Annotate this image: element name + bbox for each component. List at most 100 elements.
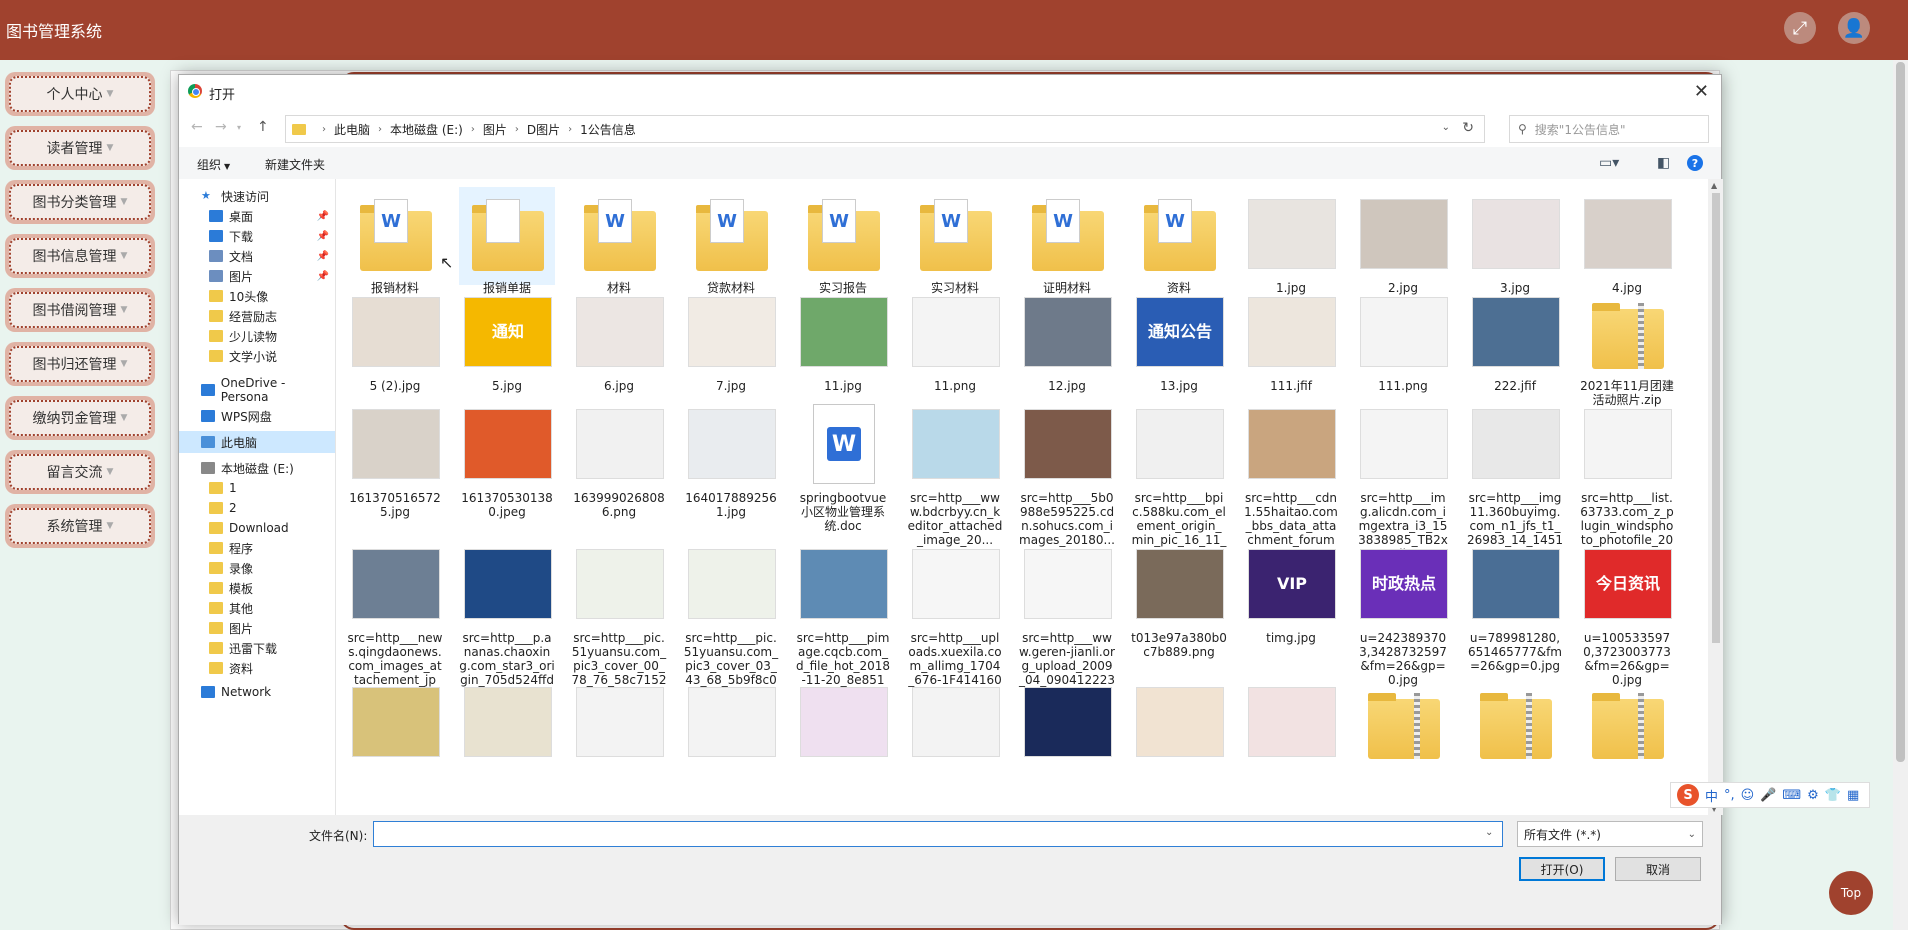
sidebar-item[interactable]: 图书借阅管理 ▼: [5, 288, 155, 332]
ime-tool-icon[interactable]: 🎤: [1760, 788, 1776, 803]
help-icon[interactable]: ?: [1687, 155, 1703, 171]
file-item[interactable]: [683, 675, 779, 805]
nav-item[interactable]: 迅雷下载: [179, 637, 335, 659]
nav-item[interactable]: 程序: [179, 537, 335, 559]
file-item[interactable]: 2.jpg: [1355, 187, 1451, 295]
page-scrollbar[interactable]: [1893, 60, 1908, 930]
nav-item[interactable]: 10头像: [179, 285, 335, 307]
ime-tool-icon[interactable]: °,: [1724, 788, 1735, 803]
nav-item[interactable]: Download: [179, 517, 335, 539]
close-icon[interactable]: ✕: [1694, 81, 1709, 102]
file-item[interactable]: 11.jpg: [795, 285, 891, 415]
file-item[interactable]: W 报销材料: [347, 187, 443, 295]
scroll-up-icon[interactable]: ▲: [1711, 181, 1717, 190]
nav-item[interactable]: 图片: [179, 617, 335, 639]
file-item[interactable]: [795, 675, 891, 805]
nav-item[interactable]: 图片 📌: [179, 265, 335, 287]
file-item[interactable]: 111.jfif: [1243, 285, 1339, 415]
file-item[interactable]: [1131, 675, 1227, 805]
file-item[interactable]: Wspringbootvue小区物业管理系统.doc: [795, 397, 891, 533]
file-item[interactable]: src=http___www.geren-jianli.org_upload_2…: [1019, 537, 1115, 701]
forward-arrow-icon[interactable]: →: [215, 119, 227, 135]
view-options-icon[interactable]: ▭▾: [1599, 155, 1619, 171]
nav-quick-access[interactable]: ★ 快速访问: [179, 185, 335, 207]
file-item[interactable]: src=http___pimage.cqcb.com_d_file_hot_20…: [795, 537, 891, 701]
file-item[interactable]: 1639990268086.png: [571, 397, 667, 527]
sidebar-item[interactable]: 图书分类管理 ▼: [5, 180, 155, 224]
back-to-top-button[interactable]: Top: [1829, 871, 1873, 915]
file-item[interactable]: src=http___list.63733.com_z_plugin_winds…: [1579, 397, 1675, 561]
file-item[interactable]: src=http___img.alicdn.com_imgextra_i3_15…: [1355, 397, 1451, 561]
nav-item[interactable]: 桌面 📌: [179, 205, 335, 227]
ime-tool-icon[interactable]: ▦: [1847, 788, 1859, 803]
nav-wps[interactable]: WPS网盘: [179, 405, 335, 427]
nav-item[interactable]: 录像: [179, 557, 335, 579]
nav-item[interactable]: 下载 📌: [179, 225, 335, 247]
file-item[interactable]: W 实习报告: [795, 187, 891, 295]
file-item[interactable]: 报销单据: [459, 187, 555, 295]
file-item[interactable]: 1640178892561.jpg: [683, 397, 779, 527]
sidebar-item[interactable]: 读者管理 ▼: [5, 126, 155, 170]
pin-icon[interactable]: 📌: [317, 231, 329, 242]
file-item[interactable]: 今日资讯 u=1005335970,3723003773&fm=26&gp=0.j…: [1579, 537, 1675, 687]
open-button[interactable]: 打开(O): [1519, 857, 1605, 881]
file-item[interactable]: src=http___www.bdcrbyy.cn_keditor_attach…: [907, 397, 1003, 547]
breadcrumb-item[interactable]: 1公告信息: [580, 121, 636, 138]
file-item[interactable]: src=http___cdn1.55haitao.com_bbs_data_at…: [1243, 397, 1339, 561]
breadcrumb-item[interactable]: 本地磁盘 (E:): [390, 121, 463, 138]
filename-input[interactable]: [373, 821, 1503, 847]
nav-item[interactable]: 资料: [179, 657, 335, 679]
nav-item[interactable]: 少儿读物: [179, 325, 335, 347]
nav-network[interactable]: Network: [179, 681, 335, 703]
up-arrow-icon[interactable]: ↑: [257, 119, 269, 135]
file-item[interactable]: [1355, 675, 1451, 805]
file-item[interactable]: W 实习材料: [907, 187, 1003, 295]
file-item[interactable]: VIP timg.jpg: [1243, 537, 1339, 667]
nav-item[interactable]: 文学小说: [179, 345, 335, 367]
preview-pane-icon[interactable]: ◧: [1657, 155, 1670, 171]
nav-item[interactable]: 其他: [179, 597, 335, 619]
nav-item[interactable]: 文档 📌: [179, 245, 335, 267]
filename-dropdown-icon[interactable]: ⌄: [1485, 827, 1493, 838]
file-item[interactable]: 4.jpg: [1579, 187, 1675, 295]
sidebar-item[interactable]: 系统管理 ▼: [5, 504, 155, 548]
file-item[interactable]: [459, 675, 555, 805]
file-item[interactable]: 1.jpg: [1243, 187, 1339, 295]
back-arrow-icon[interactable]: ←: [191, 119, 203, 135]
file-item[interactable]: 11.png: [907, 285, 1003, 415]
pin-icon[interactable]: 📌: [317, 271, 329, 282]
ime-tool-icon[interactable]: ⌨: [1782, 788, 1801, 803]
file-item[interactable]: W 材料: [571, 187, 667, 295]
file-item[interactable]: 5 (2).jpg: [347, 285, 443, 415]
file-item[interactable]: src=http___pic.51yuansu.com_pic3_cover_0…: [683, 537, 779, 701]
nav-item[interactable]: 模板: [179, 577, 335, 599]
breadcrumb-item[interactable]: D图片: [527, 121, 560, 138]
file-list-scrollbar[interactable]: ▲ ▼: [1708, 179, 1723, 815]
file-item[interactable]: 6.jpg: [571, 285, 667, 415]
file-item[interactable]: u=789981280,651465777&fm=26&gp=0.jpg: [1467, 537, 1563, 673]
file-item[interactable]: src=http___pic.51yuansu.com_pic3_cover_0…: [571, 537, 667, 701]
ime-tool-icon[interactable]: 中: [1705, 786, 1718, 805]
file-item[interactable]: W 资料: [1131, 187, 1227, 295]
file-item[interactable]: 通知 5.jpg: [459, 285, 555, 415]
ime-tool-icon[interactable]: 👕: [1825, 788, 1841, 803]
file-item[interactable]: src=http___5b0988e595225.cdn.sohucs.com_…: [1019, 397, 1115, 547]
file-item[interactable]: 时政热点 u=2423893703,3428732597&fm=26&gp=0.j…: [1355, 537, 1451, 687]
file-item[interactable]: [1243, 675, 1339, 805]
chevron-right-icon[interactable]: ›: [515, 124, 519, 135]
organize-button[interactable]: 组织 ▼: [197, 156, 230, 173]
page-scrollbar-thumb[interactable]: [1896, 62, 1905, 762]
nav-this-pc[interactable]: 此电脑: [179, 431, 335, 453]
file-item[interactable]: [1019, 675, 1115, 805]
chevron-right-icon[interactable]: ›: [378, 124, 382, 135]
sidebar-item[interactable]: 留言交流 ▼: [5, 450, 155, 494]
file-item[interactable]: [1579, 675, 1675, 805]
file-item[interactable]: 2021年11月团建活动照片.zip: [1579, 285, 1675, 415]
file-item[interactable]: src=http___news.qingdaonews.com_images_a…: [347, 537, 443, 701]
sidebar-item[interactable]: 缴纳罚金管理 ▼: [5, 396, 155, 440]
file-item[interactable]: [907, 675, 1003, 805]
pane-divider[interactable]: [335, 179, 336, 819]
file-item[interactable]: src=http___p.ananas.chaoxing.com_star3_o…: [459, 537, 555, 701]
nav-item[interactable]: 2: [179, 497, 335, 519]
ime-tool-icon[interactable]: ☺: [1741, 788, 1755, 803]
